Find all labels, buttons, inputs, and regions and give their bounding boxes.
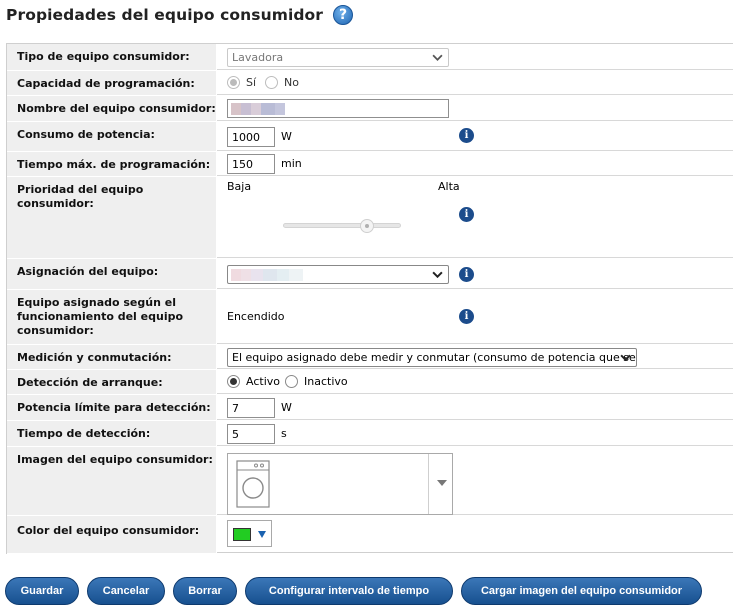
row-device-color: Color del equipo consumidor: <box>7 516 733 554</box>
detection-active-radio[interactable]: Activo <box>227 375 280 388</box>
device-image-picker[interactable] <box>227 453 453 515</box>
row-power-consumption: Consumo de potencia: 1000 W i <box>7 122 733 152</box>
detection-inactive-radio[interactable]: Inactivo <box>285 375 348 388</box>
dropdown-arrow-icon[interactable] <box>437 480 447 486</box>
device-type-select[interactable]: Lavadora <box>227 48 449 67</box>
chevron-down-icon <box>432 271 443 279</box>
color-picker[interactable] <box>227 520 272 547</box>
save-button[interactable]: Guardar <box>5 577 79 605</box>
row-device-image: Imagen del equipo consumidor: <box>7 447 733 516</box>
power-consumption-input[interactable]: 1000 <box>227 127 275 147</box>
redacted-text <box>231 269 303 281</box>
help-icon[interactable]: ? <box>333 5 354 25</box>
priority-slider-handle[interactable] <box>360 219 374 233</box>
properties-form: Tipo de equipo consumidor: Lavadora Capa… <box>6 43 733 554</box>
redacted-text <box>231 103 285 115</box>
power-consumption-label: Consumo de potencia: <box>7 122 217 151</box>
info-icon[interactable]: i <box>459 128 474 143</box>
delete-button[interactable]: Borrar <box>173 577 237 605</box>
assigned-operation-label: Equipo asignado según el funcionamiento … <box>7 290 217 344</box>
detection-time-input[interactable]: 5 <box>227 424 275 444</box>
device-color-label: Color del equipo consumidor: <box>7 516 217 553</box>
power-unit: W <box>281 130 292 143</box>
page-title: Propiedades del equipo consumidor <box>6 6 324 24</box>
priority-label: Prioridad del equipo consumidor: <box>7 177 217 258</box>
programmability-no-radio[interactable]: No <box>265 76 299 89</box>
configure-time-interval-button[interactable]: Configurar intervalo de tiempo <box>245 577 453 605</box>
row-measurement-switching: Medición y conmutación: El equipo asigna… <box>7 345 733 370</box>
row-detection-time: Tiempo de detección: 5 s <box>7 421 733 447</box>
info-icon[interactable]: i <box>459 309 474 324</box>
max-programming-time-label: Tiempo máx. de programación: <box>7 152 217 176</box>
power-threshold-input[interactable]: 7 <box>227 398 275 418</box>
row-max-programming-time: Tiempo máx. de programación: 150 min <box>7 152 733 177</box>
row-start-detection: Detección de arranque: Activo Inactivo <box>7 370 733 395</box>
chevron-down-icon <box>432 54 443 61</box>
time-unit: min <box>281 157 302 170</box>
detection-time-label: Tiempo de detección: <box>7 421 217 446</box>
row-power-threshold: Potencia límite para detección: 7 W <box>7 395 733 421</box>
action-buttons: Guardar Cancelar Borrar Configurar inter… <box>5 577 702 605</box>
row-device-assignment: Asignación del equipo: i <box>7 259 733 290</box>
device-image-label: Imagen del equipo consumidor: <box>7 447 217 515</box>
start-detection-label: Detección de arranque: <box>7 370 217 394</box>
info-icon[interactable]: i <box>459 207 474 222</box>
measurement-switching-select[interactable]: El equipo asignado debe medir y conmutar… <box>227 348 637 367</box>
device-type-label: Tipo de equipo consumidor: <box>7 44 217 70</box>
device-assignment-select[interactable] <box>227 265 449 284</box>
programmability-yes-radio[interactable]: Sí <box>227 76 256 89</box>
washing-machine-icon <box>236 460 270 508</box>
programmability-label: Capacidad de programación: <box>7 71 217 95</box>
upload-device-image-button[interactable]: Cargar imagen del equipo consumidor <box>461 577 702 605</box>
chevron-down-icon <box>620 354 631 362</box>
page-header: Propiedades del equipo consumidor ? <box>6 4 354 26</box>
color-swatch <box>233 528 251 541</box>
detection-time-unit: s <box>281 427 287 440</box>
assigned-operation-value: Encendido <box>227 310 285 323</box>
priority-high-label: Alta <box>438 180 460 193</box>
row-device-name: Nombre del equipo consumidor: <box>7 96 733 122</box>
row-device-type: Tipo de equipo consumidor: Lavadora <box>7 44 733 71</box>
priority-slider-track[interactable] <box>283 223 401 228</box>
info-icon[interactable]: i <box>459 267 474 282</box>
power-threshold-label: Potencia límite para detección: <box>7 395 217 420</box>
max-programming-time-input[interactable]: 150 <box>227 154 275 174</box>
power-threshold-unit: W <box>281 401 292 414</box>
device-name-input[interactable] <box>227 99 449 118</box>
row-priority: Prioridad del equipo consumidor: Baja Al… <box>7 177 733 259</box>
dropdown-arrow-icon <box>258 531 266 538</box>
row-assigned-operation: Equipo asignado según el funcionamiento … <box>7 290 733 345</box>
device-name-label: Nombre del equipo consumidor: <box>7 96 217 121</box>
priority-low-label: Baja <box>227 180 252 193</box>
device-assignment-label: Asignación del equipo: <box>7 259 217 289</box>
row-programmability: Capacidad de programación: Sí No <box>7 71 733 96</box>
measurement-switching-label: Medición y conmutación: <box>7 345 217 369</box>
cancel-button[interactable]: Cancelar <box>87 577 165 605</box>
